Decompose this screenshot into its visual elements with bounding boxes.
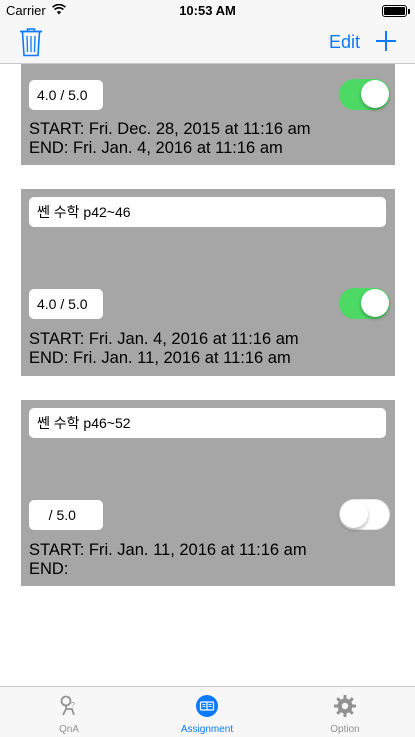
toggle-knob — [361, 289, 389, 317]
tab-bar: ? QnA Assignment Option — [0, 686, 415, 737]
score-field[interactable]: 4.0 / 5.0 — [29, 289, 103, 319]
start-date: START: Fri. Jan. 4, 2016 at 11:16 am — [29, 330, 299, 348]
assignment-icon — [196, 695, 218, 717]
tab-qna[interactable]: ? QnA — [0, 687, 138, 737]
start-date: START: Fri. Dec. 28, 2015 at 11:16 am — [29, 120, 311, 138]
tab-label: Option — [330, 724, 360, 735]
assignment-card[interactable]: 4.0 / 5.0 START: Fri. Dec. 28, 2015 at 1… — [21, 64, 395, 165]
status-bar: Carrier 10:53 AM — [0, 0, 415, 22]
gear-icon — [334, 695, 356, 717]
title-field[interactable]: 쎈 수학 p42~46 — [29, 197, 386, 227]
tab-label: Assignment — [180, 724, 234, 735]
assignment-list[interactable]: 4.0 / 5.0 START: Fri. Dec. 28, 2015 at 1… — [0, 64, 415, 686]
title-field[interactable]: 쎈 수학 p46~52 — [29, 408, 386, 438]
trash-icon[interactable] — [19, 27, 43, 57]
battery-icon — [382, 5, 410, 17]
toggle-knob — [361, 80, 389, 108]
edit-button[interactable]: Edit — [329, 32, 360, 53]
assignment-card[interactable]: 쎈 수학 p42~46 4.0 / 5.0 START: Fri. Jan. 4… — [21, 189, 395, 376]
navigation-bar: Edit — [0, 22, 415, 64]
tab-assignment[interactable]: Assignment — [138, 687, 276, 737]
clock-time: 10:53 AM — [179, 3, 236, 18]
complete-toggle[interactable] — [339, 499, 390, 530]
end-date: END: Fri. Jan. 11, 2016 at 11:16 am — [29, 349, 291, 367]
toggle-knob — [340, 500, 368, 528]
score-field[interactable]: / 5.0 — [29, 500, 103, 530]
assignment-card[interactable]: 쎈 수학 p46~52 / 5.0 START: Fri. Jan. 11, 2… — [21, 400, 395, 586]
qna-icon: ? — [60, 695, 75, 716]
complete-toggle[interactable] — [339, 79, 390, 110]
tab-label: QnA — [58, 724, 79, 735]
start-date: START: Fri. Jan. 11, 2016 at 11:16 am — [29, 541, 307, 559]
tab-option[interactable]: Option — [276, 687, 414, 737]
svg-text:?: ? — [71, 702, 75, 709]
score-field[interactable]: 4.0 / 5.0 — [29, 80, 103, 110]
end-date: END: Fri. Jan. 4, 2016 at 11:16 am — [29, 139, 283, 157]
complete-toggle[interactable] — [339, 288, 390, 319]
end-date: END: — [29, 560, 69, 578]
add-button[interactable] — [374, 27, 398, 55]
